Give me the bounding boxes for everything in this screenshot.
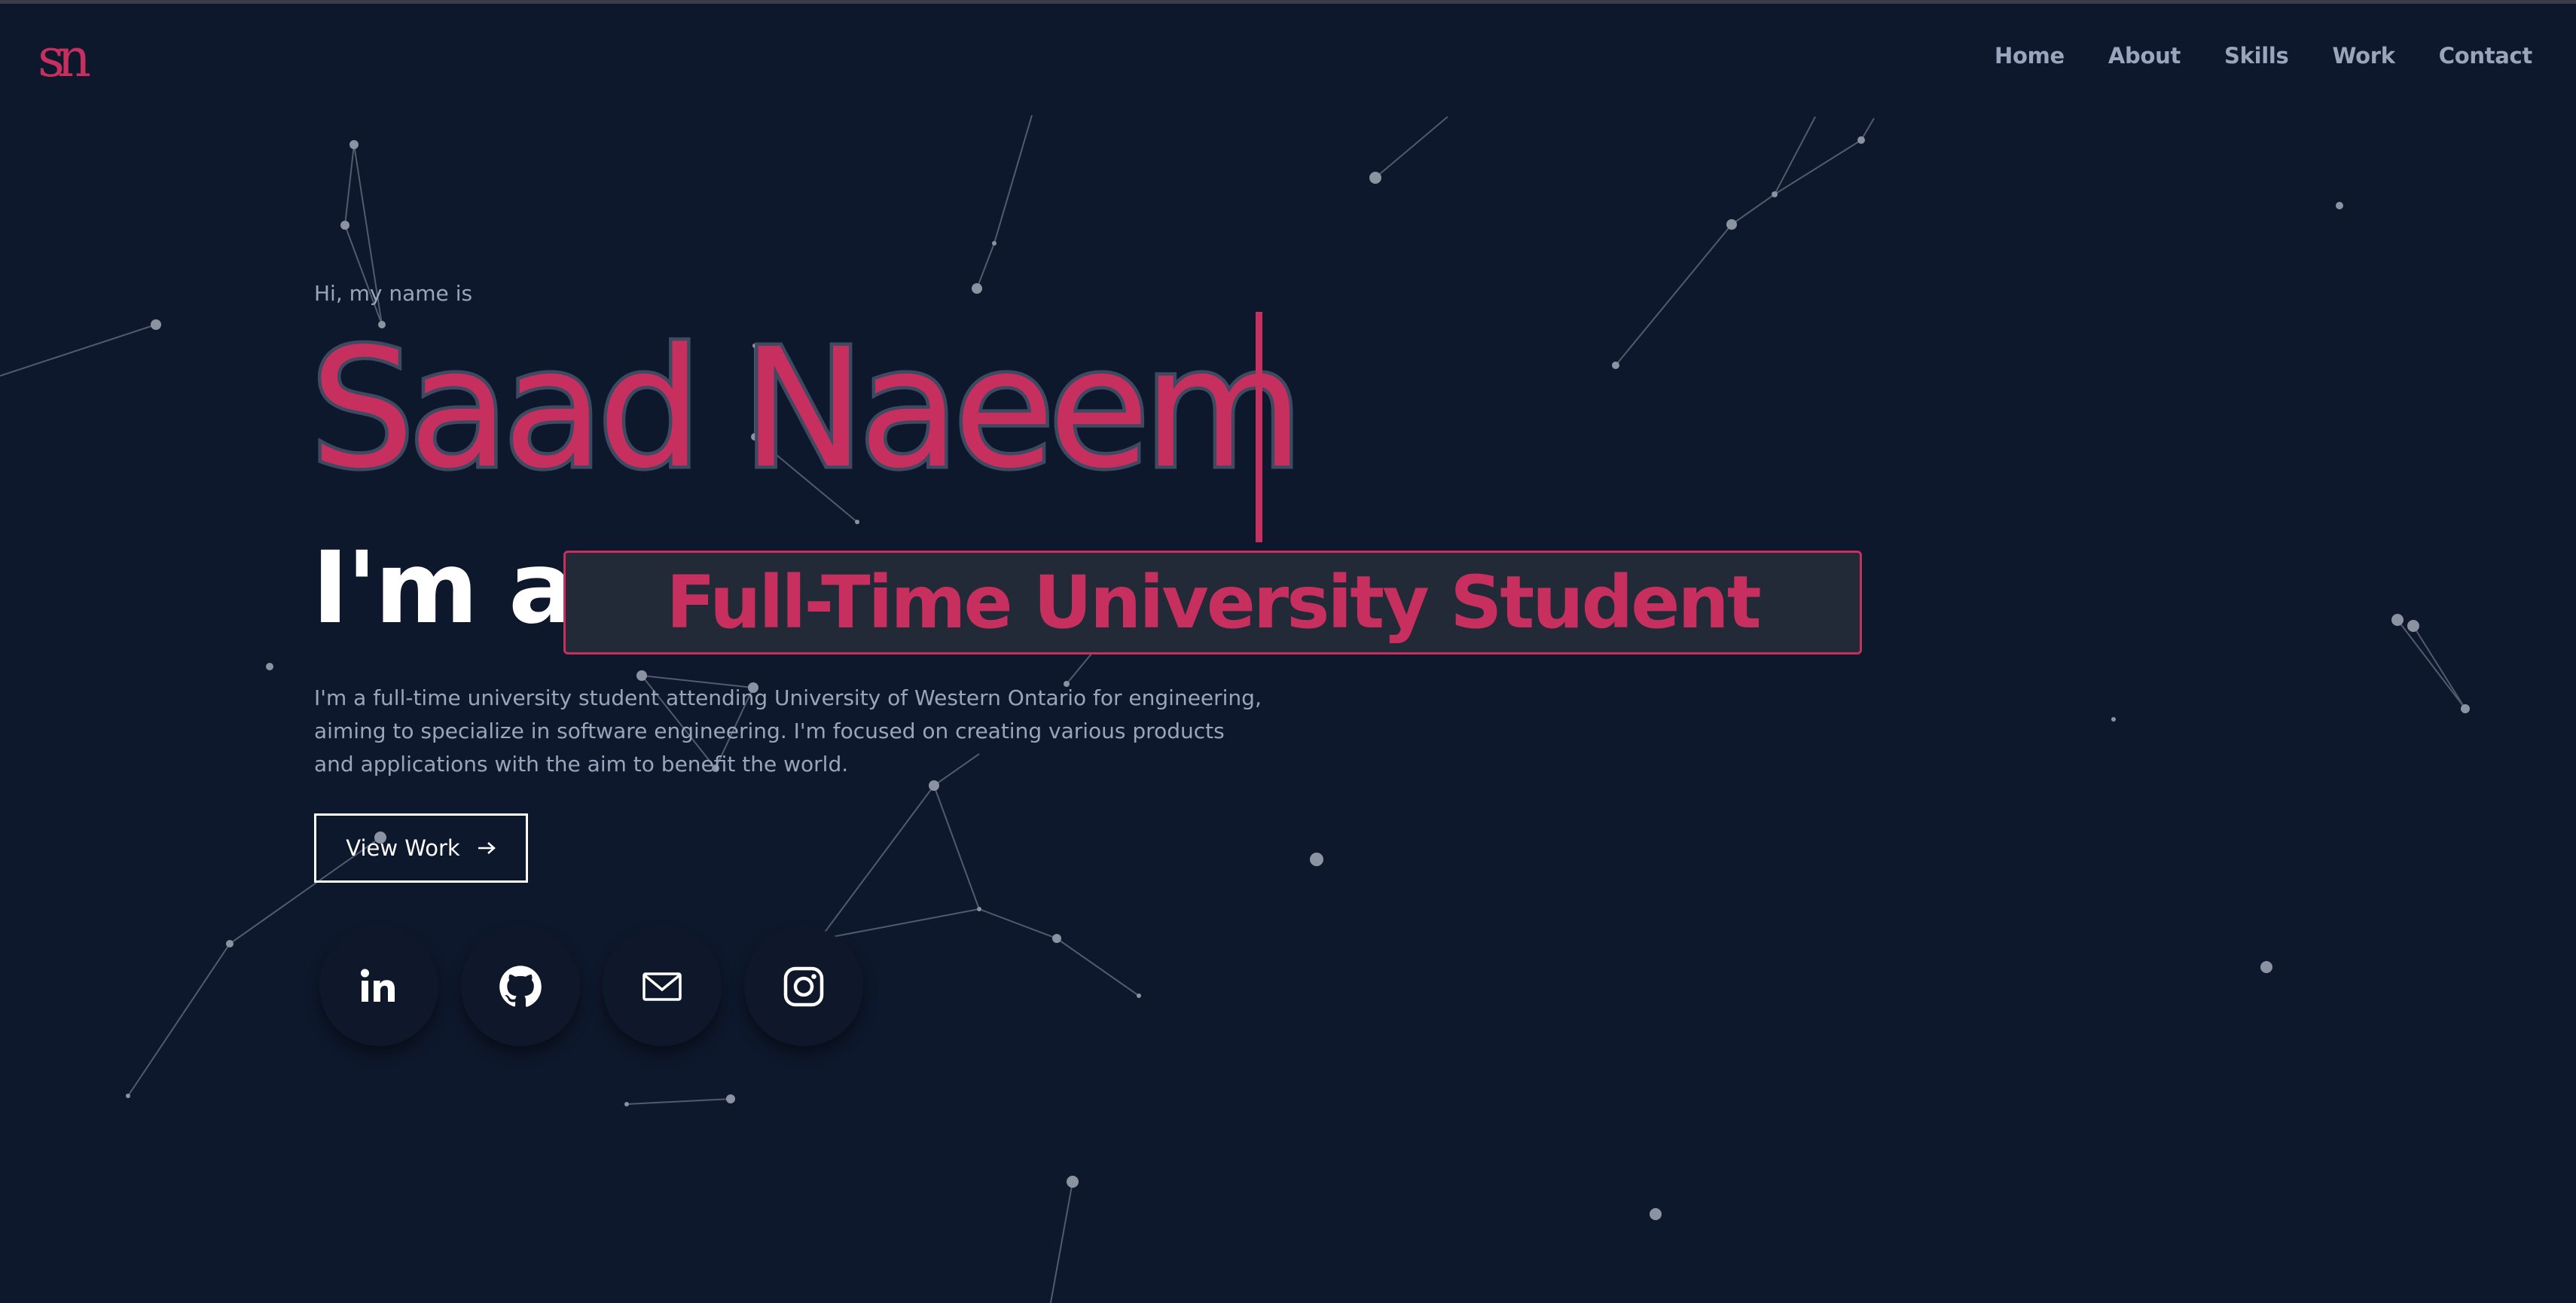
arrow-right-icon — [478, 842, 496, 854]
nav-work-link[interactable]: Work — [2332, 43, 2395, 69]
github-button[interactable] — [461, 927, 580, 1046]
nav-about-link[interactable]: About — [2108, 43, 2181, 69]
nav-skills-link[interactable]: Skills — [2224, 43, 2289, 69]
social-links — [319, 927, 863, 1046]
portfolio-page: sn Home About Skills Work Contact Hi, my… — [0, 0, 2576, 1303]
nav-contact-link[interactable]: Contact — [2439, 43, 2533, 69]
hero-role: Full-Time University Student — [666, 560, 1761, 645]
typing-cursor — [1256, 312, 1262, 542]
hero-greeting: Hi, my name is — [314, 281, 473, 306]
top-nav: Home About Skills Work Contact — [1995, 43, 2532, 69]
instagram-icon — [783, 966, 824, 1007]
logo-text: sn — [38, 32, 90, 87]
email-button[interactable] — [603, 927, 722, 1046]
hero-description: I'm a full-time university student atten… — [314, 685, 1262, 777]
role-highlight-box: Full-Time University Student — [563, 551, 1862, 655]
github-icon — [499, 966, 542, 1007]
mail-icon — [642, 972, 682, 1001]
instagram-button[interactable] — [744, 927, 863, 1046]
linkedin-button[interactable] — [319, 927, 438, 1046]
view-work-button[interactable]: View Work — [314, 813, 528, 883]
view-work-label: View Work — [346, 835, 460, 861]
linkedin-icon — [361, 969, 395, 1002]
hero-name: Saad Naeem — [307, 314, 1307, 505]
hero-intro-prefix: I'm a — [312, 530, 575, 646]
sn-logo[interactable]: sn — [36, 32, 105, 87]
nav-home-link[interactable]: Home — [1995, 43, 2065, 69]
